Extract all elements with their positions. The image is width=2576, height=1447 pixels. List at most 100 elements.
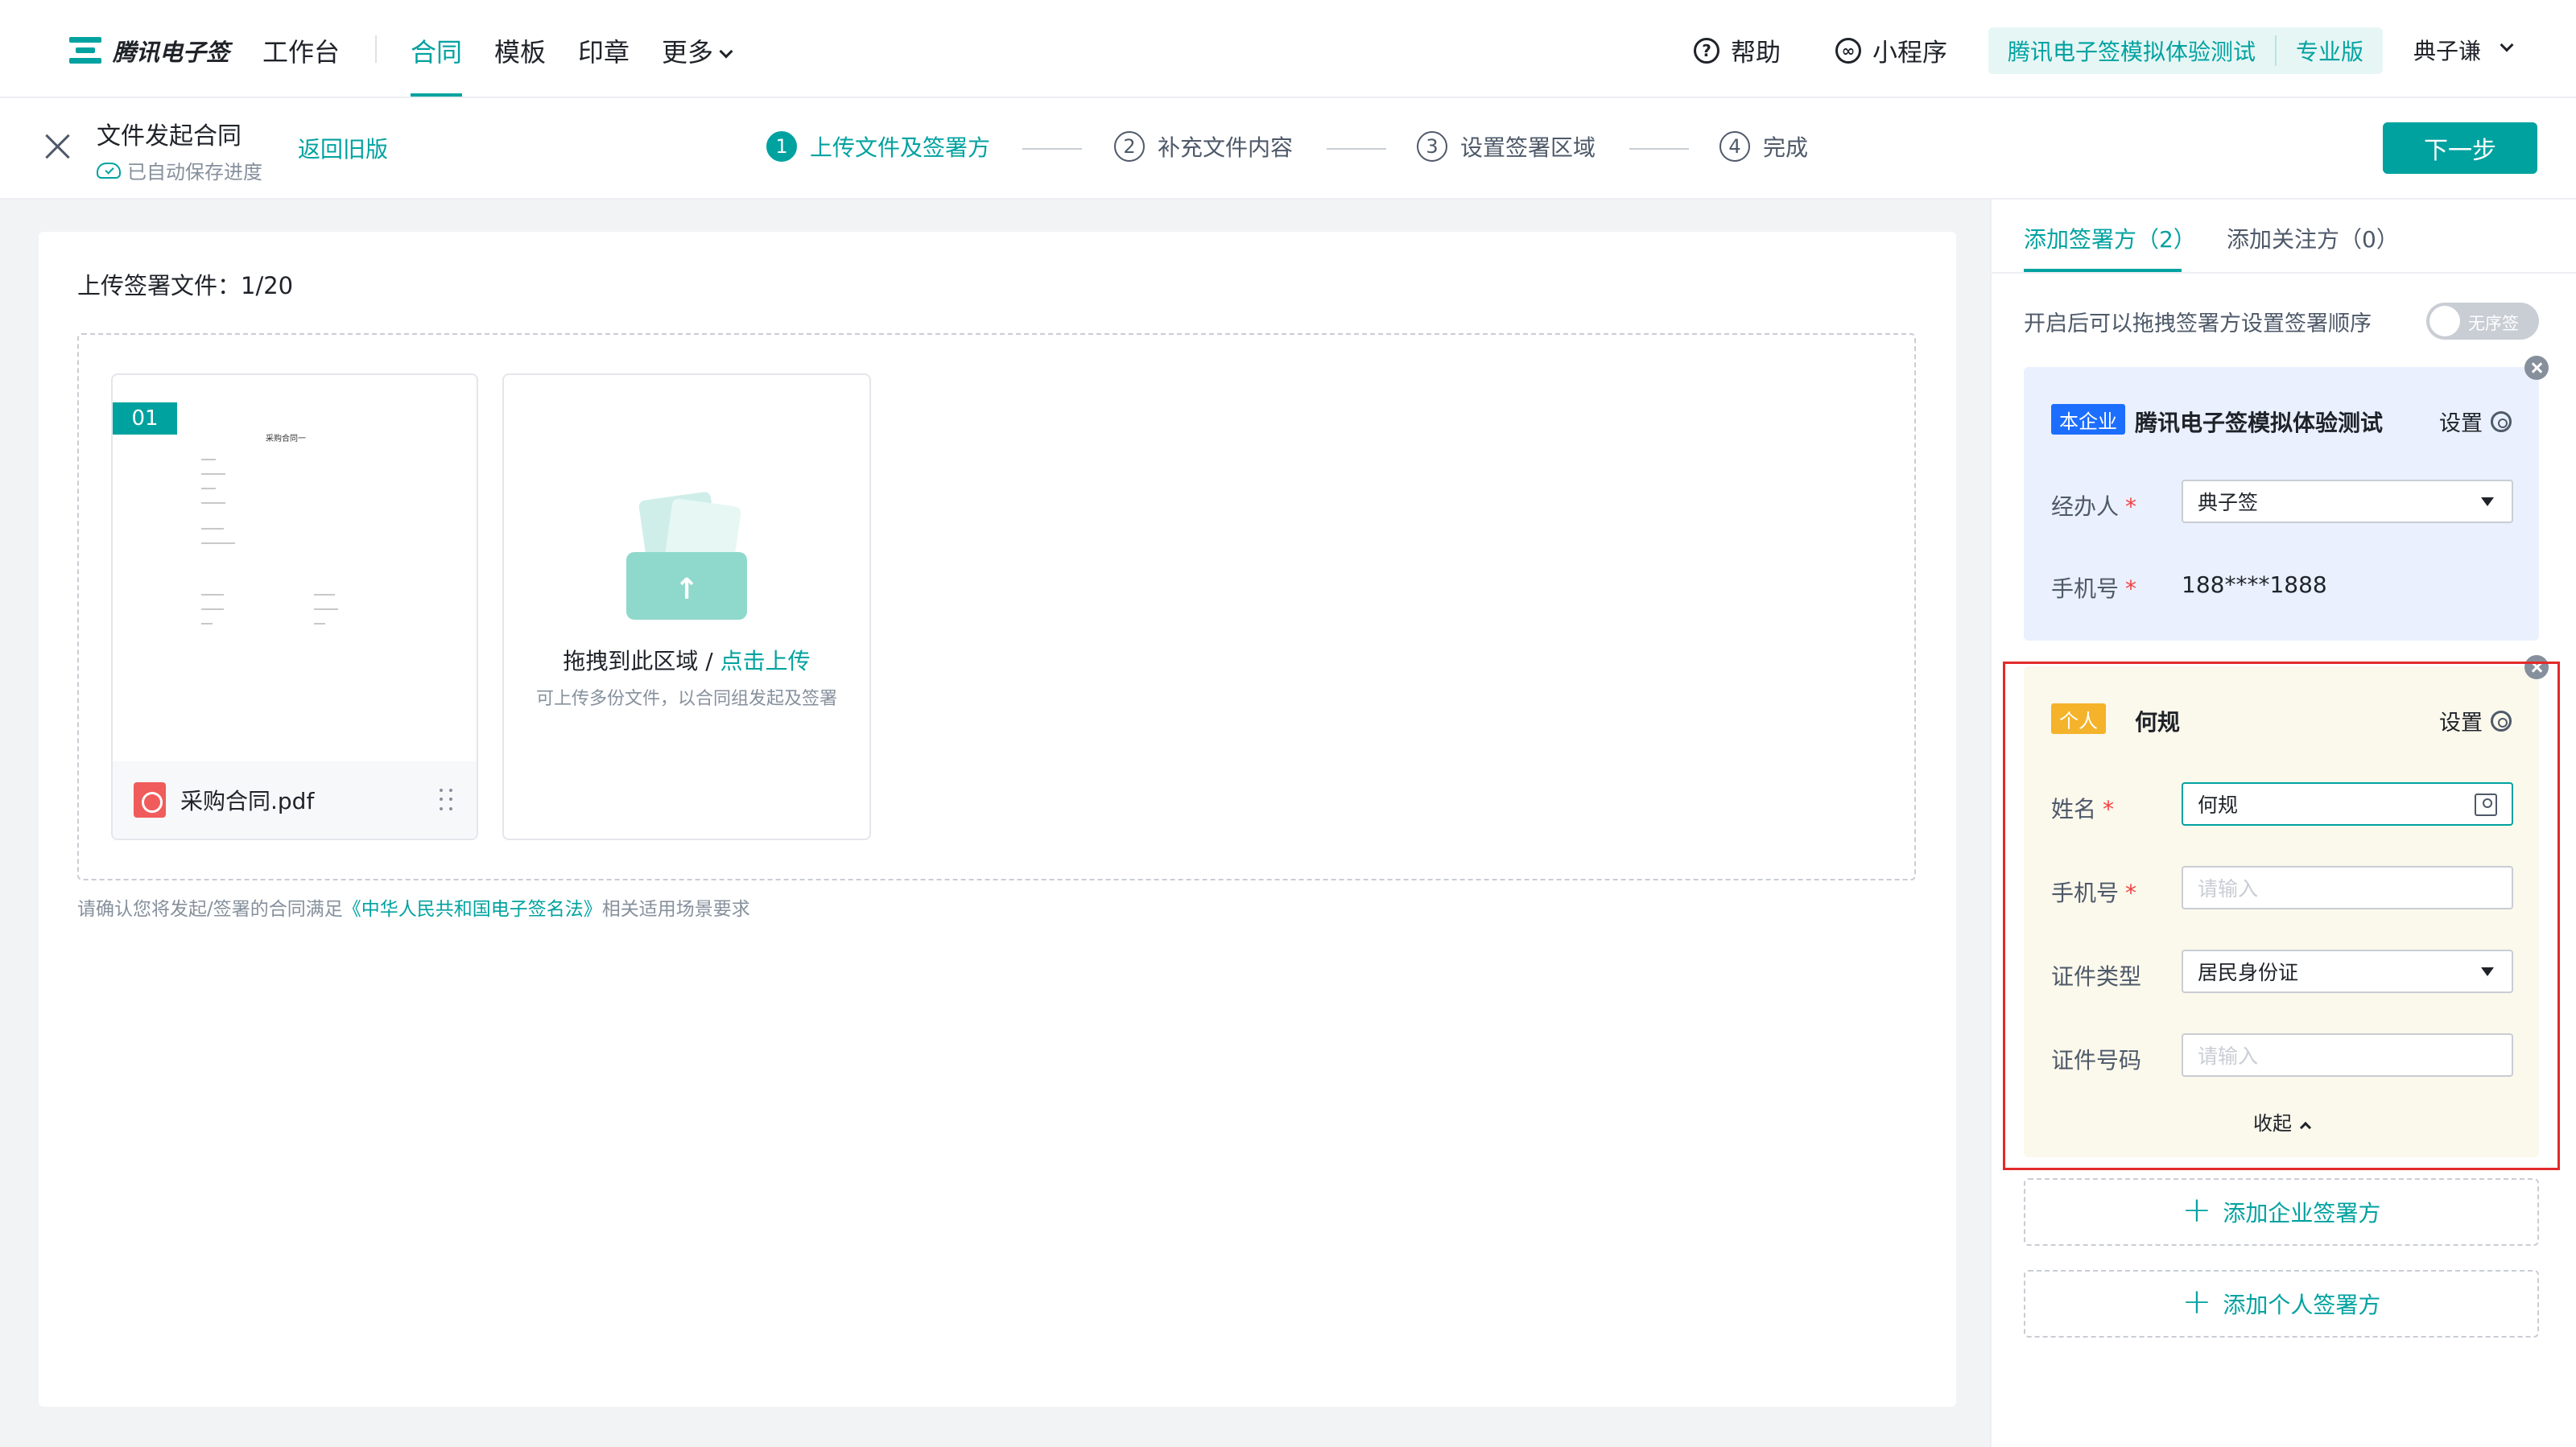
id-card-icon[interactable] bbox=[2475, 794, 2497, 816]
add-corp-signer-button[interactable]: + 添加企业签署方 bbox=[2024, 1178, 2539, 1246]
file-dropzone[interactable]: 01 采购合同一 采购合同.pdf ↑ 拖拽到此区域 / 点击上传 可上传多份文… bbox=[77, 333, 1916, 880]
corp-settings-button[interactable]: 设置 bbox=[2439, 406, 2512, 437]
link-icon: ∞ bbox=[1835, 37, 1861, 64]
step-number: 1 bbox=[766, 131, 797, 162]
tab-signers[interactable]: 添加签署方（2） bbox=[2024, 222, 2196, 254]
step-number: 3 bbox=[1417, 131, 1447, 162]
person-phone-input[interactable]: 请输入 bbox=[2182, 866, 2513, 909]
brand-logo[interactable]: 腾讯电子签 bbox=[69, 34, 229, 68]
cloud-check-icon bbox=[97, 162, 121, 179]
drag-text: 拖拽到此区域 bbox=[563, 648, 699, 674]
corp-name: 腾讯电子签模拟体验测试 bbox=[2135, 410, 2384, 436]
id-type-label: 证件类型 bbox=[2051, 963, 2142, 990]
nav-more[interactable]: 更多 bbox=[662, 32, 733, 69]
user-name: 典子谦 bbox=[2413, 38, 2482, 64]
brand-name: 腾讯电子签 bbox=[113, 39, 230, 66]
e-signature-law-link[interactable]: 《中华人民共和国电子签名法》 bbox=[343, 899, 602, 920]
id-type-select[interactable]: 居民身份证 bbox=[2182, 950, 2513, 993]
file-name: 采购合同.pdf bbox=[180, 788, 315, 814]
corp-phone-value: 188****1888 bbox=[2182, 571, 2327, 598]
id-number-input[interactable]: 请输入 bbox=[2182, 1033, 2513, 1077]
step-number: 4 bbox=[1719, 131, 1750, 162]
upload-panel: 上传签署文件：1/20 01 采购合同一 采购合同.pdf ↑ 拖拽到此区域 /… bbox=[39, 232, 1956, 1407]
drag-instruction: 拖拽到此区域 / 点击上传 bbox=[504, 644, 869, 676]
nav-seal[interactable]: 印章 bbox=[578, 32, 630, 69]
step-4: 4 完成 bbox=[1719, 130, 1808, 163]
click-upload-link[interactable]: 点击上传 bbox=[720, 648, 811, 674]
signer-card-corp: 本企业 腾讯电子签模拟体验测试 设置 经办人 * 典子签 手机号 * 188****… bbox=[2024, 356, 2549, 641]
sign-order-toggle[interactable]: 无序签 bbox=[2426, 303, 2539, 340]
plus-icon: + bbox=[2182, 1189, 2212, 1231]
step-connector bbox=[1629, 148, 1689, 150]
pdf-icon bbox=[134, 782, 166, 818]
nav-contract[interactable]: 合同 bbox=[411, 32, 462, 69]
top-nav: 腾讯电子签 工作台 合同 模板 印章 更多 ? 帮助 ∞ 小程序 腾讯电子签模拟… bbox=[0, 0, 2576, 98]
upload-area[interactable]: ↑ 拖拽到此区域 / 点击上传 可上传多份文件，以合同组发起及签署 bbox=[502, 373, 871, 840]
close-icon[interactable] bbox=[45, 134, 71, 159]
handler-value: 典子签 bbox=[2198, 491, 2259, 514]
plus-icon: + bbox=[2182, 1281, 2212, 1322]
folder-upload-icon: ↑ bbox=[626, 491, 747, 620]
person-name-value: 何规 bbox=[2198, 794, 2239, 817]
settings-label: 设置 bbox=[2439, 711, 2483, 736]
collapse-toggle[interactable]: 收起 bbox=[2024, 1107, 2539, 1136]
chevron-down-icon bbox=[719, 44, 733, 59]
gear-icon bbox=[2491, 710, 2512, 732]
remove-signer-icon[interactable] bbox=[2524, 356, 2549, 380]
nav-more-label: 更多 bbox=[662, 37, 714, 68]
signer-card-person: 个人 何规 设置 姓名 * 何规 手机号 * 请输入 证件类型 居民身份证 证件号码… bbox=[2024, 655, 2549, 1157]
gear-icon bbox=[2491, 410, 2512, 432]
org-name: 腾讯电子签模拟体验测试 bbox=[2008, 39, 2256, 65]
mini-program-link[interactable]: ∞ 小程序 bbox=[1835, 32, 1947, 68]
org-switcher[interactable]: 腾讯电子签模拟体验测试 专业版 bbox=[1988, 27, 2384, 74]
law-prefix: 请确认您将发起/签署的合同满足 bbox=[77, 899, 343, 920]
step-connector bbox=[1327, 148, 1386, 150]
law-suffix: 相关适用场景要求 bbox=[601, 899, 750, 920]
step-number: 2 bbox=[1114, 131, 1145, 162]
add-person-label: 添加个人签署方 bbox=[2223, 1292, 2381, 1318]
id-type-value: 居民身份证 bbox=[2198, 961, 2299, 984]
nav-active-indicator bbox=[411, 93, 462, 97]
page-title: 文件发起合同 bbox=[97, 122, 242, 150]
handler-label: 经办人 * bbox=[2051, 493, 2137, 520]
step-connector bbox=[1022, 148, 1082, 150]
chevron-up-icon bbox=[2299, 1121, 2312, 1134]
next-step-button[interactable]: 下一步 bbox=[2383, 122, 2537, 174]
autosave-status: 已自动保存进度 bbox=[97, 156, 262, 184]
step-label: 补充文件内容 bbox=[1158, 134, 1294, 161]
upload-hint: 可上传多份文件，以合同组发起及签署 bbox=[535, 689, 837, 709]
collapse-label: 收起 bbox=[2253, 1112, 2292, 1135]
step-3: 3 设置签署区域 bbox=[1417, 130, 1596, 163]
person-settings-button[interactable]: 设置 bbox=[2439, 705, 2512, 736]
tab-watchers[interactable]: 添加关注方（0） bbox=[2227, 222, 2399, 254]
remove-signer-icon[interactable] bbox=[2524, 655, 2549, 679]
caret-down-icon bbox=[2481, 967, 2494, 976]
caret-down-icon bbox=[2481, 497, 2494, 506]
add-person-signer-button[interactable]: + 添加个人签署方 bbox=[2024, 1270, 2539, 1338]
drag-handle-icon[interactable] bbox=[440, 789, 452, 811]
document-thumbnail: 采购合同一 bbox=[185, 423, 402, 665]
person-name: 何规 bbox=[2135, 709, 2181, 736]
uploaded-file-card[interactable]: 01 采购合同一 采购合同.pdf bbox=[111, 373, 478, 840]
step-2: 2 补充文件内容 bbox=[1114, 130, 1293, 163]
help-label: 帮助 bbox=[1731, 39, 1781, 68]
person-name-label: 姓名 * bbox=[2051, 796, 2115, 822]
chevron-down-icon bbox=[2500, 38, 2514, 52]
mini-program-label: 小程序 bbox=[1872, 39, 1947, 68]
file-footer: 采购合同.pdf bbox=[113, 761, 477, 839]
handler-select[interactable]: 典子签 bbox=[2182, 480, 2513, 523]
back-to-old-version-link[interactable]: 返回旧版 bbox=[298, 132, 388, 164]
help-link[interactable]: ? 帮助 bbox=[1694, 32, 1781, 68]
help-icon: ? bbox=[1694, 37, 1719, 64]
person-name-input[interactable]: 何规 bbox=[2182, 782, 2513, 826]
step-label: 完成 bbox=[1763, 134, 1809, 161]
toggle-knob bbox=[2429, 306, 2460, 336]
step-label: 上传文件及签署方 bbox=[810, 134, 991, 161]
user-menu[interactable]: 典子谦 bbox=[2413, 34, 2514, 66]
thumbnail-title: 采购合同一 bbox=[266, 435, 306, 443]
nav-workbench[interactable]: 工作台 bbox=[262, 32, 340, 69]
signer-panel: 添加签署方（2） 添加关注方（0） 开启后可以拖拽签署方设置签署顺序 无序签 本… bbox=[1990, 200, 2576, 1447]
nav-template[interactable]: 模板 bbox=[494, 32, 546, 69]
step-1: 1 上传文件及签署方 bbox=[766, 130, 990, 163]
sign-order-hint: 开启后可以拖拽签署方设置签署顺序 bbox=[2024, 311, 2372, 336]
